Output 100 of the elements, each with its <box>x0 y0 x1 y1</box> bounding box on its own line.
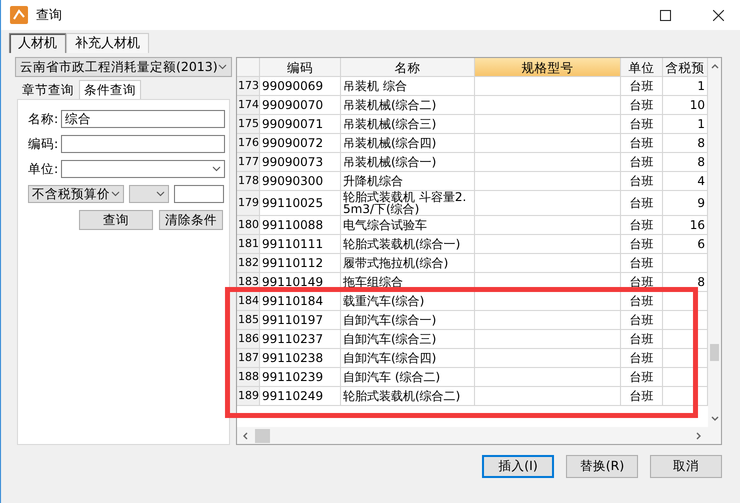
price-cell: 16 <box>663 216 708 235</box>
row-number: 173 <box>237 77 260 96</box>
code-cell: 99110237 <box>260 330 341 349</box>
unit-cell: 台班 <box>621 311 663 330</box>
scroll-left-icon[interactable] <box>241 432 249 440</box>
price-type-dropdown[interactable]: 不含税预算价 <box>28 185 124 203</box>
name-cell: 吊装机械(综合二) <box>341 96 475 115</box>
name-cell: 载重汽车(综合) <box>341 292 475 311</box>
input-field[interactable] <box>174 185 224 203</box>
name-cell: 自卸汽车 (综合二) <box>341 368 475 387</box>
unit-dropdown[interactable] <box>61 160 225 178</box>
row-number: 186 <box>237 330 260 349</box>
price-cell: 4 <box>663 172 708 191</box>
scrollbar-thumb[interactable] <box>710 344 719 361</box>
code-cell: 99090071 <box>260 115 341 134</box>
code-cell: 99110197 <box>260 311 341 330</box>
code-cell: 99110111 <box>260 235 341 254</box>
name-cell: 轮胎式装载机(综合一) <box>341 235 475 254</box>
close-icon[interactable] <box>713 10 724 20</box>
column-header[interactable]: 单位 <box>621 58 663 77</box>
scroll-up-icon[interactable] <box>710 62 718 70</box>
code-cell: 99110238 <box>260 349 341 368</box>
input-field[interactable]: 综合 <box>61 110 225 128</box>
code-cell: 99110112 <box>260 254 341 273</box>
scroll-down-icon[interactable] <box>710 415 718 423</box>
tab[interactable]: 补充人材机 <box>66 33 149 53</box>
code-cell: 99110088 <box>260 216 341 235</box>
unit-cell: 台班 <box>621 292 663 311</box>
code-cell: 99110025 <box>260 191 341 216</box>
code-cell: 99110249 <box>260 387 341 406</box>
name-cell: 吊装机械(综合三) <box>341 115 475 134</box>
field-label: 编码: <box>28 136 60 152</box>
vertical-scrollbar[interactable] <box>708 58 721 427</box>
field-label: 单位: <box>28 160 60 178</box>
insert-button[interactable]: 插入(I) <box>482 455 554 478</box>
tab[interactable]: 条件查询 <box>79 80 141 99</box>
column-header[interactable]: 编码 <box>260 58 341 77</box>
unit-cell: 台班 <box>621 368 663 387</box>
tab[interactable]: 人材机 <box>9 33 66 53</box>
clear-button[interactable]: 清除条件 <box>159 210 223 230</box>
name-cell: 吊装机械(综合四) <box>341 134 475 153</box>
code-cell: 99110184 <box>260 292 341 311</box>
unit-cell: 台班 <box>621 115 663 134</box>
price-cell: 9 <box>663 191 708 216</box>
row-number: 176 <box>237 134 260 153</box>
code-cell: 99090072 <box>260 134 341 153</box>
row-number: 181 <box>237 235 260 254</box>
search-button[interactable]: 查询 <box>79 210 153 230</box>
name-cell: 吊装机 综合 <box>341 77 475 96</box>
unit-cell: 台班 <box>621 96 663 115</box>
name-cell: 电气综合试验车 <box>341 216 475 235</box>
row-number: 175 <box>237 115 260 134</box>
column-header[interactable]: 名称 <box>341 58 475 77</box>
library-dropdown[interactable]: 云南省市政工程消耗量定额(2013) <box>15 57 232 77</box>
app-icon <box>10 6 28 24</box>
unit-cell: 台班 <box>621 191 663 216</box>
cancel-button[interactable]: 取消 <box>650 455 722 478</box>
replace-button[interactable]: 替换(R) <box>566 455 638 478</box>
row-number: 188 <box>237 368 260 387</box>
maximize-icon[interactable] <box>660 10 671 20</box>
scrollbar-thumb[interactable] <box>255 428 270 442</box>
row-number: 178 <box>237 172 260 191</box>
unit-cell: 台班 <box>621 235 663 254</box>
name-cell: 自卸汽车(综合四) <box>341 349 475 368</box>
code-cell: 99090300 <box>260 172 341 191</box>
code-cell: 99110239 <box>260 368 341 387</box>
name-cell: 轮胎式装载机 斗容量2.5m3/下(综合) <box>341 191 475 216</box>
price-cell: 8 <box>663 134 708 153</box>
name-cell: 轮胎式装载机(综合二) <box>341 387 475 406</box>
row-number: 184 <box>237 292 260 311</box>
unit-cell: 台班 <box>621 153 663 172</box>
field-label: 名称: <box>28 110 60 128</box>
code-cell: 99090069 <box>260 77 341 96</box>
row-number: 187 <box>237 349 260 368</box>
price-cell <box>663 254 708 273</box>
name-cell: 吊装机械(综合一) <box>341 153 475 172</box>
unit-cell: 台班 <box>621 172 663 191</box>
price-cell: 1 <box>663 115 708 134</box>
horizontal-scrollbar[interactable] <box>237 427 721 444</box>
name-cell: 自卸汽车(综合三) <box>341 330 475 349</box>
unit-cell: 台班 <box>621 254 663 273</box>
row-number: 179 <box>237 191 260 216</box>
column-header[interactable]: 规格型号 <box>475 58 621 77</box>
input-field[interactable] <box>61 135 225 153</box>
unit-cell: 台班 <box>621 134 663 153</box>
row-number: 180 <box>237 216 260 235</box>
column-header[interactable]: 含税预 <box>663 58 708 77</box>
row-number: 185 <box>237 311 260 330</box>
window-title: 查询 <box>36 7 63 24</box>
price-cell: 6 <box>663 235 708 254</box>
name-cell: 自卸汽车(综合一) <box>341 311 475 330</box>
code-cell: 99090073 <box>260 153 341 172</box>
unit-cell: 台班 <box>621 77 663 96</box>
scroll-right-icon[interactable] <box>695 432 703 440</box>
name-cell: 升降机综合 <box>341 172 475 191</box>
code-cell: 99090070 <box>260 96 341 115</box>
row-number: 174 <box>237 96 260 115</box>
price-cell: 10 <box>663 96 708 115</box>
price-cell: 1 <box>663 77 708 96</box>
unit-cell: 台班 <box>621 387 663 406</box>
